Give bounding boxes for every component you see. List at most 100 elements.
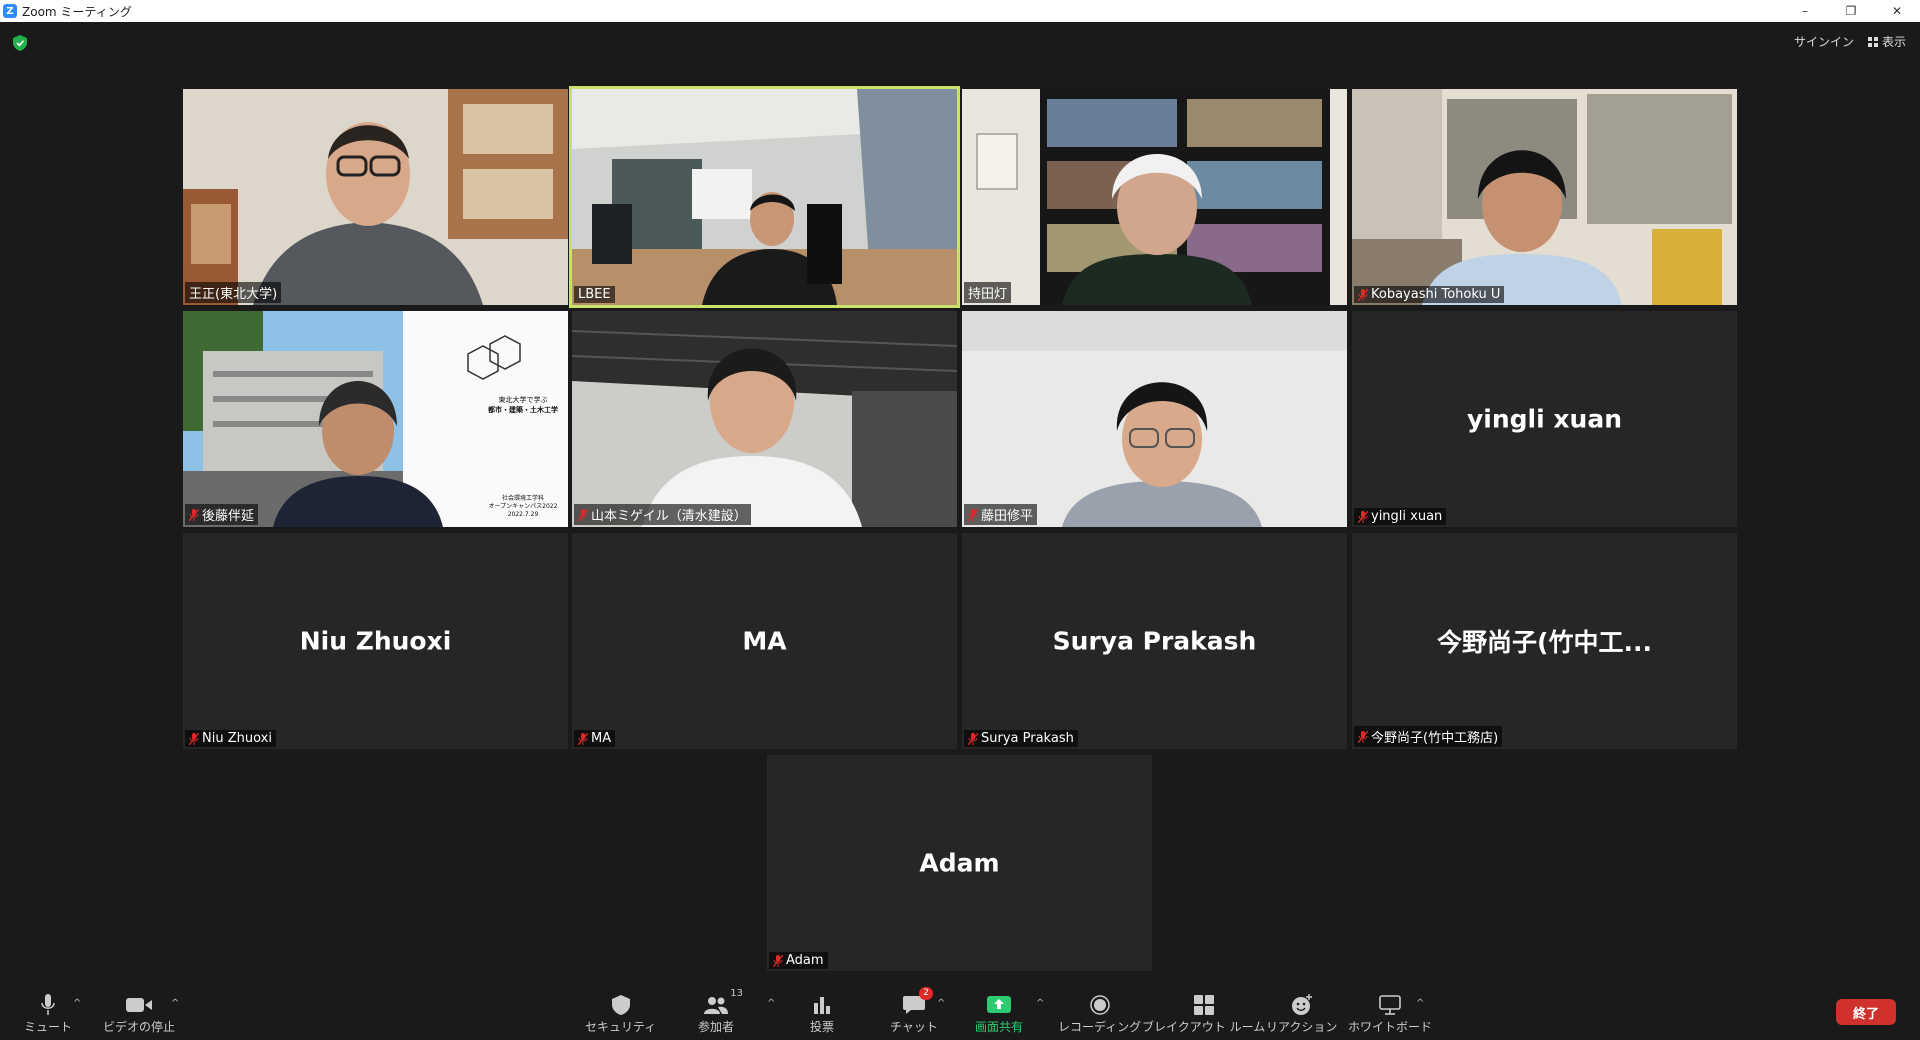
meeting-toolbar: ミュート ^ ビデオの停止 ^ セキュリティ 13 参加者 ^ 投票 2 チャッ… [0, 982, 1920, 1040]
participant-tile[interactable]: 今野尚子(竹中工... 今野尚子(竹中工務店) [1352, 533, 1737, 749]
minimize-button[interactable]: – [1782, 0, 1828, 22]
slide-footer-text: 社会環境工学科 オープンキャンパス2022 2022.7.29 [483, 495, 563, 519]
chat-unread-badge: 2 [919, 987, 933, 1000]
participant-tile[interactable]: Niu Zhuoxi Niu Zhuoxi [183, 533, 568, 749]
whiteboard-label: ホワイトボード [1348, 1020, 1433, 1034]
whiteboard-options-caret-icon[interactable]: ^ [1416, 998, 1424, 1009]
security-button[interactable]: セキュリティ [585, 992, 656, 1035]
video-camera-icon [126, 998, 152, 1012]
participant-display-name: Surya Prakash [1052, 626, 1257, 656]
participant-tile[interactable]: 東北大学で学ぶ 都市・建築・土木工学 社会環境工学科 オープンキャンパス2022… [183, 311, 568, 527]
participant-name-label: MA [574, 730, 616, 747]
share-screen-label: 画面共有 [975, 1020, 1024, 1034]
record-label: レコーディング [1058, 1020, 1142, 1034]
participant-name-label: Kobayashi Tohoku U [1354, 286, 1505, 303]
share-options-caret-icon[interactable]: ^ [1036, 998, 1044, 1009]
participant-display-name: Niu Zhuoxi [299, 626, 452, 656]
record-button[interactable]: レコーディング [1058, 992, 1141, 1035]
signin-label: サインイン [1793, 35, 1854, 49]
participant-name: Kobayashi Tohoku U [1371, 287, 1501, 302]
polls-button[interactable]: 投票 [810, 992, 834, 1035]
participants-options-caret-icon[interactable]: ^ [767, 998, 775, 1009]
muted-mic-icon [189, 508, 199, 521]
participant-name: 山本ミゲイル（清水建設） [591, 509, 747, 524]
participant-display-name: Adam [919, 848, 1000, 878]
slide-line: 都市・建築・土木工学 [488, 406, 558, 414]
chat-options-caret-icon[interactable]: ^ [937, 998, 945, 1009]
participant-name-label: 後藤伴延 [185, 504, 259, 525]
slide-line: 東北大学で学ぶ [498, 396, 548, 404]
participant-tile[interactable]: Adam Adam [767, 755, 1152, 971]
participant-video [962, 311, 1347, 527]
encryption-shield-icon[interactable] [13, 35, 27, 51]
muted-mic-icon [189, 732, 199, 745]
window-title: Zoom ミーティング [22, 4, 132, 19]
chat-label: チャット [890, 1020, 938, 1034]
participant-tile[interactable]: 王正(東北大学) [183, 89, 568, 305]
participant-name: 藤田修平 [981, 509, 1034, 524]
participant-name-label: 藤田修平 [964, 504, 1038, 525]
participant-display-name: 今野尚子(竹中工... [1437, 628, 1652, 657]
participant-tile[interactable]: Kobayashi Tohoku U [1352, 89, 1737, 305]
mute-label: ミュート [24, 1020, 73, 1034]
participant-name: Surya Prakash [981, 731, 1074, 746]
reaction-smiley-icon [1291, 994, 1312, 1015]
participant-tile[interactable]: Surya Prakash Surya Prakash [962, 533, 1347, 749]
polls-bar-chart-icon [814, 997, 830, 1014]
record-icon [1089, 995, 1110, 1015]
muted-mic-icon [968, 508, 978, 521]
reactions-label: リアクション [1266, 1020, 1338, 1034]
participant-tile[interactable]: 持田灯 [962, 89, 1347, 305]
close-button[interactable]: ✕ [1874, 0, 1920, 22]
participant-name: 後藤伴延 [202, 509, 255, 524]
participant-video [962, 89, 1347, 305]
participant-video [183, 89, 568, 305]
video-label: ビデオの停止 [103, 1020, 176, 1034]
participant-name-label: 山本ミゲイル（清水建設） [574, 504, 751, 525]
muted-mic-icon [773, 954, 783, 967]
participants-icon [704, 997, 728, 1014]
signin-button[interactable]: サインイン [1794, 33, 1854, 50]
reactions-button[interactable]: リアクション [1266, 992, 1337, 1035]
video-options-caret-icon[interactable]: ^ [171, 998, 179, 1009]
participant-name: 今野尚子(竹中工務店) [1371, 731, 1499, 746]
participant-name-label: Adam [769, 952, 828, 969]
muted-mic-icon [1358, 288, 1368, 301]
participant-display-name: MA [742, 626, 787, 656]
participant-tile[interactable]: MA MA [572, 533, 957, 749]
breakout-rooms-grid-icon [1193, 995, 1214, 1015]
view-button[interactable]: 表示 [1867, 33, 1906, 50]
mute-button[interactable]: ミュート [24, 992, 72, 1035]
window-titlebar: Z Zoom ミーティング – ❐ ✕ [0, 0, 1920, 22]
participant-video [572, 89, 957, 305]
participant-name-label: Surya Prakash [964, 730, 1078, 747]
stop-video-button[interactable]: ビデオの停止 [103, 992, 175, 1035]
participants-button[interactable]: 13 参加者 [698, 988, 743, 1035]
breakout-rooms-label: ブレイクアウト ルーム [1142, 1020, 1266, 1034]
share-screen-arrow-icon [987, 996, 1011, 1013]
participant-tile[interactable]: 藤田修平 [962, 311, 1347, 527]
participant-name: Niu Zhuoxi [202, 731, 272, 746]
restore-button[interactable]: ❐ [1828, 0, 1874, 22]
participant-name-label: LBEE [574, 286, 615, 303]
participant-name-label: 持田灯 [964, 282, 1012, 303]
security-label: セキュリティ [585, 1020, 657, 1034]
participant-tile[interactable]: yingli xuan yingli xuan [1352, 311, 1737, 527]
muted-mic-icon [1358, 730, 1368, 743]
muted-mic-icon [578, 508, 588, 521]
participants-label: 参加者 [698, 1020, 735, 1034]
participant-tile-active-speaker[interactable]: LBEE [572, 89, 957, 305]
participant-name: MA [591, 731, 612, 746]
muted-mic-icon [968, 732, 978, 745]
microphone-icon [41, 994, 55, 1015]
audio-options-caret-icon[interactable]: ^ [73, 998, 81, 1009]
chat-button[interactable]: 2 チャット [890, 987, 938, 1035]
share-screen-button[interactable]: 画面共有 [975, 992, 1023, 1035]
participant-tile[interactable]: 山本ミゲイル（清水建設） [572, 311, 957, 527]
participant-name: yingli xuan [1371, 509, 1443, 524]
breakout-rooms-button[interactable]: ブレイクアウト ルーム [1142, 992, 1265, 1035]
end-meeting-button[interactable]: 終了 [1836, 999, 1896, 1025]
grid-view-icon [1867, 36, 1878, 47]
participant-video [572, 311, 957, 527]
zoom-logo-icon: Z [3, 4, 17, 18]
